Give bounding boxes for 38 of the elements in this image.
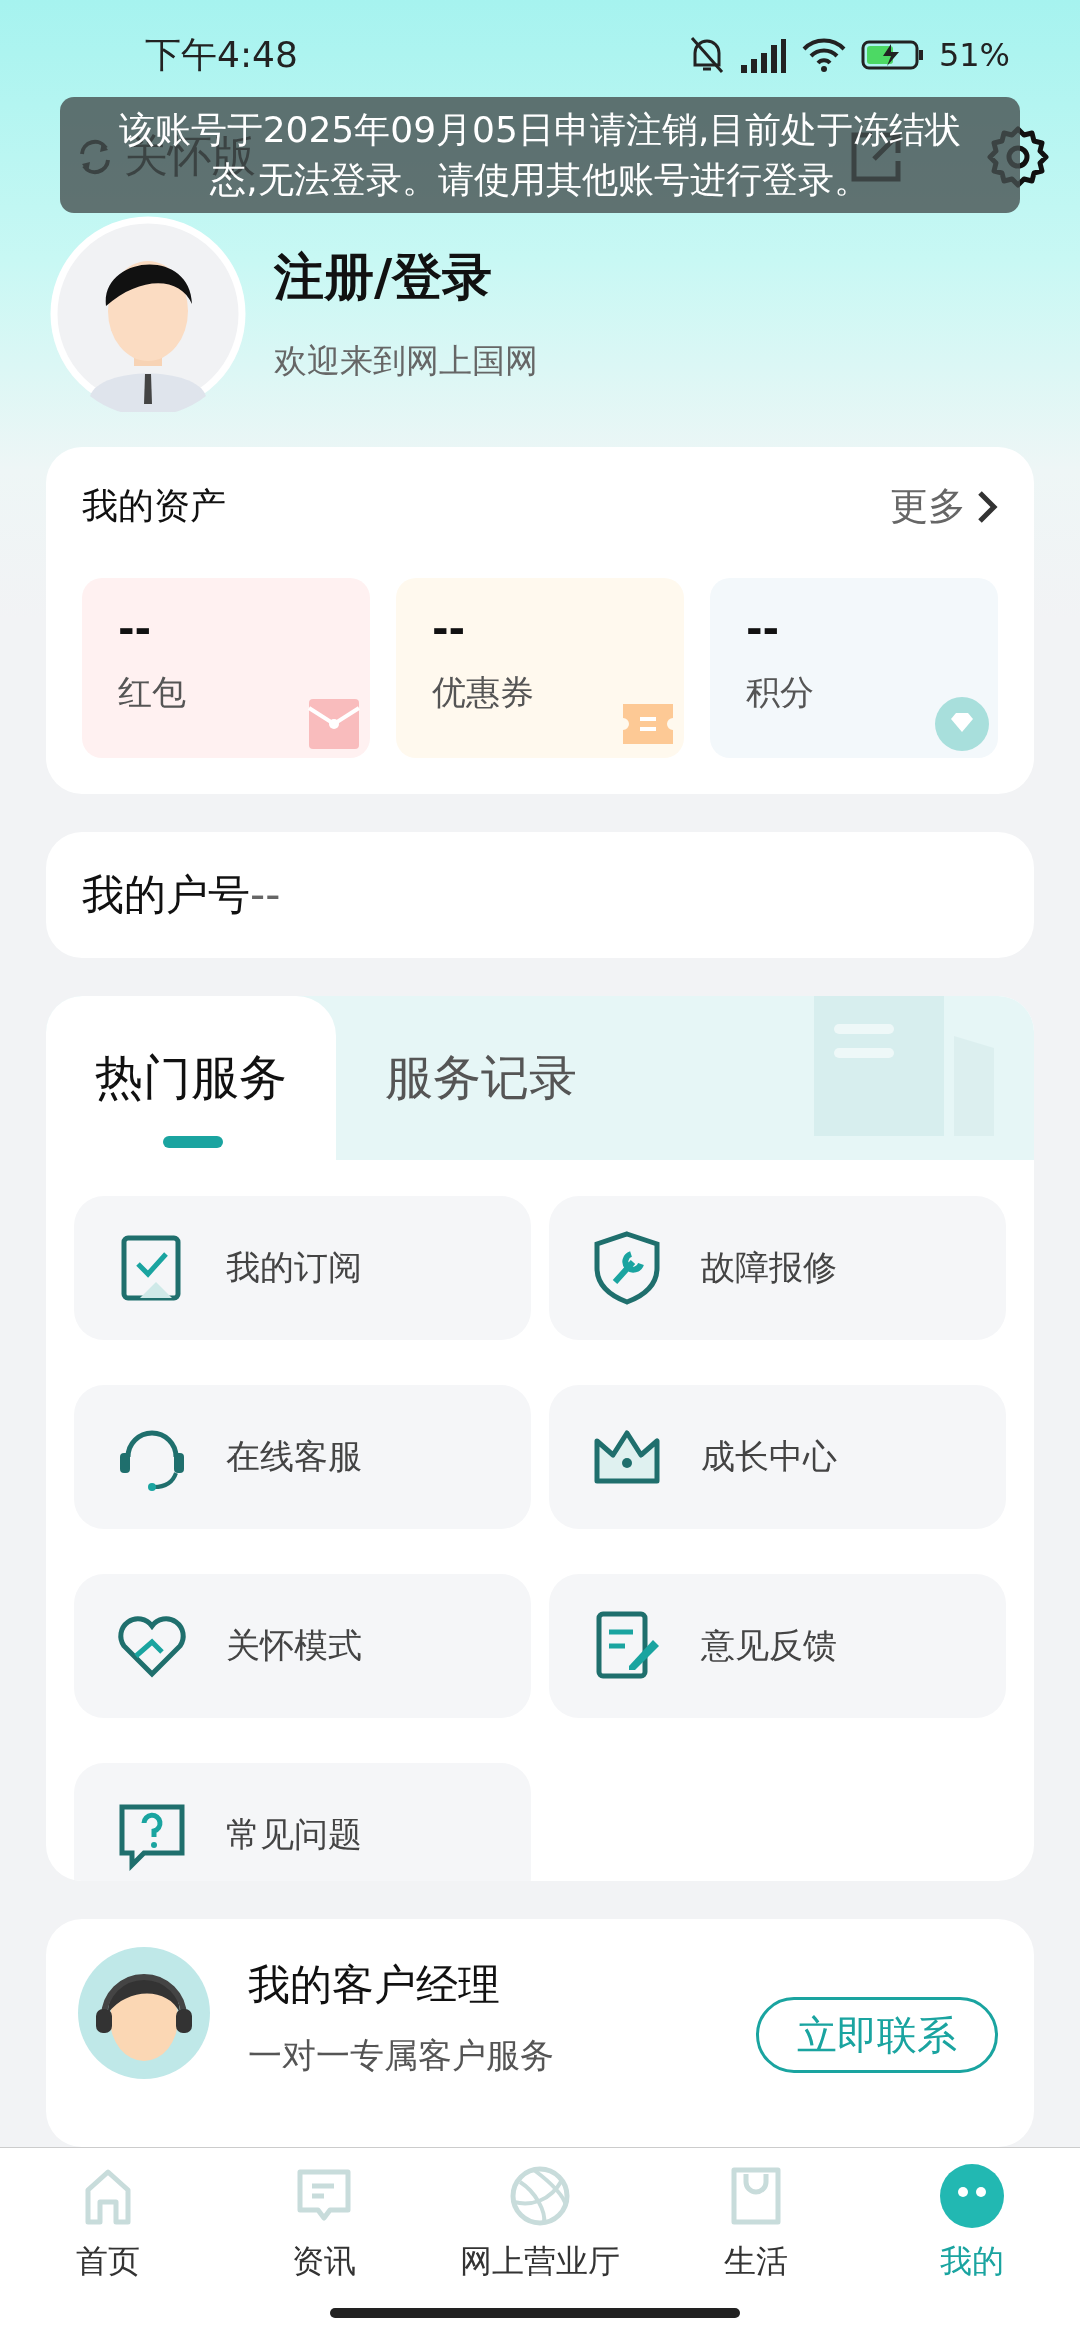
card-title: 我的资产 bbox=[82, 484, 226, 529]
asset-tile[interactable]: -- 红包 bbox=[82, 578, 370, 759]
wifi-icon bbox=[800, 37, 847, 74]
bell-off-icon bbox=[688, 35, 725, 76]
manager-title: 我的客户经理 bbox=[248, 1959, 501, 2011]
nav-tab[interactable]: 资讯 bbox=[216, 2148, 432, 2298]
account-card[interactable]: 我的户号-- bbox=[46, 832, 1034, 958]
smiley-icon bbox=[938, 2162, 1006, 2230]
asset-tile[interactable]: -- 优惠券 bbox=[396, 578, 684, 759]
asset-value: -- bbox=[432, 606, 467, 653]
asset-label: 积分 bbox=[746, 671, 815, 715]
asset-label: 红包 bbox=[118, 671, 187, 715]
asset-label: 优惠券 bbox=[432, 671, 535, 715]
nav-tab[interactable]: 网上营业厅 bbox=[432, 2148, 648, 2298]
welcome-text: 欢迎来到网上国网 bbox=[274, 340, 538, 383]
tab[interactable]: 热门服务 bbox=[46, 995, 336, 1160]
service-item[interactable]: 成长中心 bbox=[549, 1384, 1006, 1529]
service-item[interactable]: 关怀模式 bbox=[74, 1573, 531, 1718]
service-item[interactable]: 故障报修 bbox=[549, 1195, 1006, 1340]
login-link[interactable]: 注册/登录 bbox=[274, 244, 538, 312]
asset-tile[interactable]: -- 积分 bbox=[710, 578, 998, 759]
chevron-right-icon bbox=[976, 488, 998, 525]
avatar[interactable] bbox=[50, 216, 246, 413]
asset-value: -- bbox=[118, 606, 153, 653]
service-item[interactable]: 意见反馈 bbox=[549, 1573, 1006, 1718]
more-link[interactable]: 更多 bbox=[890, 481, 998, 533]
asset-value: -- bbox=[746, 606, 781, 653]
manager-subtitle: 一对一专属客户服务 bbox=[248, 2034, 555, 2077]
service-item[interactable]: 在线客服 bbox=[74, 1384, 531, 1529]
account-number: 我的户号-- bbox=[82, 869, 281, 921]
service-item[interactable]: 常见问题 bbox=[74, 1762, 531, 1881]
tab[interactable]: 服务记录 bbox=[336, 995, 596, 1160]
nav-tab[interactable]: 首页 bbox=[0, 2148, 216, 2298]
battery-percent: 51% bbox=[938, 36, 1010, 75]
status-time: 下午4:48 bbox=[145, 32, 298, 77]
service-item[interactable]: 我的订阅 bbox=[74, 1195, 531, 1340]
nav-tab[interactable]: 生活 bbox=[648, 2148, 864, 2298]
battery-icon bbox=[860, 38, 925, 73]
